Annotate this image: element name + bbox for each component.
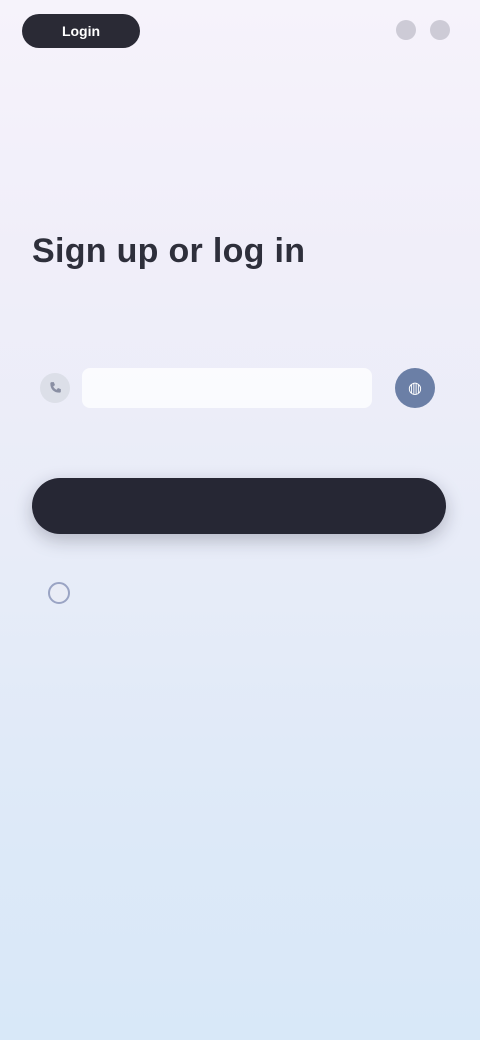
language-button[interactable]: ◍ [395,368,435,408]
phone-input[interactable] [82,368,372,408]
phone-icon [40,373,70,403]
phone-icon-svg [50,382,61,393]
consent-row [48,576,408,604]
top-right-item-1[interactable] [396,20,416,40]
top-right-item-2[interactable] [430,20,450,40]
page-title: Sign up or log in [32,232,306,270]
brand-pill[interactable]: Login [22,14,140,48]
brand-label: Login [61,23,101,39]
top-right-actions [396,20,450,40]
input-row [32,360,372,416]
consent-checkbox[interactable] [48,582,70,604]
globe-icon: ◍ [408,380,422,397]
continue-button[interactable] [32,478,446,534]
